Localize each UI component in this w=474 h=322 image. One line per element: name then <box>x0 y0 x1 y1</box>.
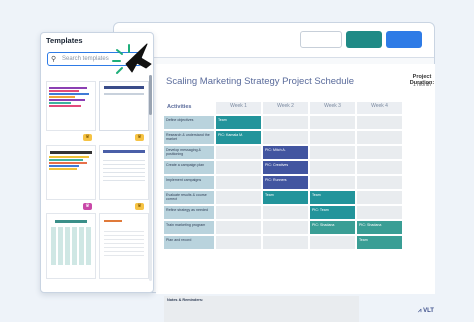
week-header: Week 3 <box>310 102 355 114</box>
schedule-document[interactable]: Scaling Marketing Strategy Project Sched… <box>156 64 435 322</box>
brand-name: VLT <box>423 308 434 314</box>
schedule-title: Scaling Marketing Strategy Project Sched… <box>166 76 354 87</box>
empty-cell <box>357 116 402 129</box>
empty-cell <box>310 116 355 129</box>
task-bar[interactable]: PIC: Shadana <box>357 221 402 234</box>
notes-reminders: Notes & Reminders: <box>164 296 359 322</box>
empty-cell <box>357 176 402 189</box>
empty-cell <box>216 236 261 249</box>
empty-cell <box>216 221 261 234</box>
activity-cell: Train marketing program <box>164 221 214 234</box>
logo-mark-icon: ⩘ <box>418 308 422 314</box>
empty-cell <box>310 161 355 174</box>
empty-cell <box>216 176 261 189</box>
activity-cell: Create a campaign plan <box>164 161 214 174</box>
week-header: Week 1 <box>216 102 261 114</box>
template-thumbnail[interactable] <box>46 81 96 131</box>
week-header: Week 4 <box>357 102 402 114</box>
template-thumbnail[interactable] <box>99 81 149 131</box>
brand-logo: ⩘ VLT <box>418 308 434 315</box>
empty-cell <box>216 161 261 174</box>
activity-cell: Refine strategy as needed <box>164 206 214 219</box>
empty-cell <box>357 131 402 144</box>
activities-header: Activities <box>167 104 192 110</box>
empty-cell <box>263 221 308 234</box>
empty-cell <box>310 176 355 189</box>
task-bar[interactable]: PIC: Kamala M. <box>216 131 261 144</box>
task-bar[interactable]: Team <box>357 236 402 249</box>
template-thumbnail[interactable] <box>99 145 149 200</box>
search-icon: ⚲ <box>51 56 57 63</box>
crown-icon: ♛ <box>135 203 144 210</box>
activity-cell: Develop messaging & positioning <box>164 146 214 159</box>
toolbar-button-teal[interactable] <box>346 31 382 48</box>
crown-icon: ♛ <box>83 203 92 210</box>
week-header: Week 2 <box>263 102 308 114</box>
empty-cell <box>216 191 261 204</box>
empty-cell <box>357 191 402 204</box>
activity-cell: Implement campaigns <box>164 176 214 189</box>
task-bar[interactable]: PIC: Creatives <box>263 161 308 174</box>
task-bar[interactable]: Team <box>310 191 355 204</box>
task-bar[interactable]: PIC: Mitch A. <box>263 146 308 159</box>
cursor-arrow-icon <box>112 43 152 74</box>
activity-cell: Define objectives <box>164 116 214 129</box>
toolbar-button-outline[interactable] <box>300 31 342 48</box>
empty-cell <box>263 236 308 249</box>
activity-cell: Evaluate results & course correct <box>164 191 214 204</box>
empty-cell <box>263 116 308 129</box>
project-duration-value: 1 month <box>412 82 432 88</box>
activity-cell: Plan and record <box>164 236 214 249</box>
empty-cell <box>216 206 261 219</box>
search-placeholder: Search templates <box>62 56 109 62</box>
panel-title: Templates <box>46 36 83 45</box>
editor-window: Scaling Marketing Strategy Project Sched… <box>113 22 435 322</box>
toolbar-button-primary[interactable] <box>386 31 422 48</box>
empty-cell <box>310 131 355 144</box>
task-bar[interactable]: Team <box>216 116 261 129</box>
activity-cell: Research & understand the market <box>164 131 214 144</box>
empty-cell <box>357 206 402 219</box>
task-bar[interactable]: PIC: Team <box>310 206 355 219</box>
task-bar[interactable]: PIC: Runners <box>263 176 308 189</box>
template-thumbnail[interactable] <box>46 145 96 200</box>
scrollbar-thumb[interactable] <box>149 75 152 115</box>
empty-cell <box>310 236 355 249</box>
panel-scrollbar[interactable] <box>149 75 152 281</box>
empty-cell <box>357 161 402 174</box>
task-bar[interactable]: PIC: Shadana <box>310 221 355 234</box>
empty-cell <box>310 146 355 159</box>
editor-toolbar <box>114 23 434 58</box>
crown-icon: ♛ <box>83 134 92 141</box>
template-thumbnail[interactable] <box>99 213 149 279</box>
empty-cell <box>263 131 308 144</box>
editor-canvas: Scaling Marketing Strategy Project Sched… <box>114 58 435 322</box>
template-thumbnail[interactable] <box>46 213 96 279</box>
crown-icon: ♛ <box>135 134 144 141</box>
empty-cell <box>357 146 402 159</box>
task-bar[interactable]: Team <box>263 191 308 204</box>
empty-cell <box>263 206 308 219</box>
empty-cell <box>216 146 261 159</box>
